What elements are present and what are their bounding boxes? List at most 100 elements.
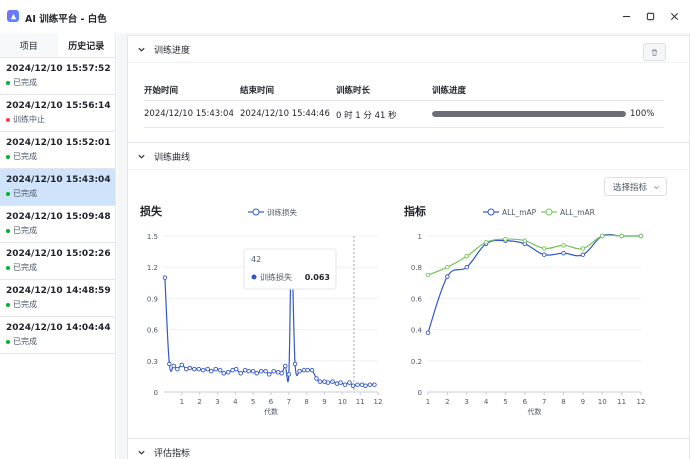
history-item[interactable]: 2024/12/10 15:57:52 已完成 (0, 58, 115, 95)
maximize-icon (646, 12, 654, 20)
x-tick-label: 9 (322, 398, 326, 406)
tab-history[interactable]: 历史记录 (57, 33, 115, 57)
history-status: 已完成 (6, 225, 115, 236)
progress-card-title: 训练进度 (154, 45, 191, 56)
status-text: 已完成 (13, 78, 37, 87)
tooltip-title: 42 (251, 255, 261, 264)
data-point (425, 330, 431, 335)
data-point (350, 383, 356, 389)
app-logo-icon (7, 10, 19, 22)
status-dot (6, 154, 10, 159)
data-point (355, 382, 360, 387)
history-time: 2024/12/10 14:04:44 (6, 323, 111, 333)
data-point (445, 264, 450, 270)
data-point (541, 246, 547, 251)
data-point (196, 366, 202, 372)
close-icon (670, 12, 678, 20)
eval-card-header[interactable]: 评估指标 (128, 439, 689, 459)
history-item[interactable]: 2024/12/10 14:48:59 已完成 (0, 280, 115, 317)
header-end-time: 结束时间 (240, 86, 275, 96)
history-item[interactable]: 2024/12/10 15:43:04 已完成 (0, 169, 115, 206)
x-tick-label: 12 (637, 398, 646, 406)
chart-title: 指标 (404, 204, 426, 218)
status-dot (6, 265, 10, 270)
data-point (338, 380, 343, 385)
status-text: 已完成 (13, 263, 37, 272)
data-point (522, 238, 528, 243)
legend-marker (252, 208, 260, 216)
x-tick-label: 10 (338, 398, 347, 406)
data-point (221, 371, 226, 376)
status-text: 已完成 (13, 152, 37, 161)
progress-card-header[interactable]: 训练进度 (128, 36, 689, 63)
legend-label: ALL_mAP (502, 208, 537, 217)
data-point (179, 362, 185, 368)
data-point (561, 250, 566, 256)
data-point (330, 379, 335, 384)
y-tick-label: 0 (418, 389, 422, 397)
tooltip-series-name: 训练损失 (260, 272, 292, 282)
close-button[interactable] (666, 8, 682, 24)
data-point (464, 264, 469, 270)
data-point (225, 369, 231, 375)
status-dot (6, 191, 10, 196)
metric-select[interactable]: 选择指标 (604, 177, 667, 196)
data-point (425, 272, 431, 278)
status-text: 已完成 (13, 337, 37, 346)
y-tick-label: 1.5 (147, 233, 158, 241)
legend-label: 训练损失 (267, 207, 297, 217)
status-text: 已完成 (13, 189, 37, 198)
series-line (427, 233, 641, 333)
cell-duration: 0 时 1 分 41 秒 (336, 111, 397, 121)
curve-card-header[interactable]: 训练曲线 (128, 143, 689, 170)
data-point (230, 367, 235, 373)
history-item[interactable]: 2024/12/10 15:56:14 训练中止 (0, 95, 115, 132)
tab-projects[interactable]: 项目 (0, 33, 58, 57)
data-point (347, 380, 352, 385)
legend-label: ALL_mAR (560, 208, 595, 217)
x-tick-label: 1 (426, 398, 430, 406)
progress-bar-fill (432, 111, 626, 117)
history-item[interactable]: 2024/12/10 15:02:26 已完成 (0, 243, 115, 280)
status-dot (6, 228, 10, 233)
history-item[interactable]: 2024/12/10 15:52:01 已完成 (0, 132, 115, 169)
x-tick-label: 2 (197, 398, 201, 406)
main-panel: 训练进度 开始时间 结束时间 训练时长 训练进度 2024/12/10 15:4… (117, 33, 690, 459)
data-point (297, 368, 302, 374)
table-divider-bottom (144, 127, 664, 128)
y-tick-label: 0.9 (147, 295, 158, 303)
history-item[interactable]: 2024/12/10 15:09:48 已完成 (0, 206, 115, 243)
data-point (286, 372, 292, 377)
data-point (580, 252, 586, 257)
y-tick-label: 0.6 (147, 327, 159, 335)
data-point (541, 252, 547, 257)
history-status: 已完成 (6, 336, 115, 347)
data-point (309, 367, 315, 373)
data-point (217, 367, 223, 373)
x-tick-label: 5 (251, 398, 255, 406)
data-point (325, 380, 331, 385)
data-point (322, 379, 327, 384)
x-tick-label: 9 (581, 398, 585, 406)
sidebar-tabs: 项目 历史记录 (0, 33, 115, 58)
data-point (263, 368, 268, 374)
y-tick-label: 0.4 (411, 327, 423, 335)
maximize-button[interactable] (642, 8, 658, 24)
data-point (171, 363, 177, 369)
data-point (359, 382, 365, 387)
history-item[interactable]: 2024/12/10 14:04:44 已完成 (0, 317, 115, 354)
data-point (162, 275, 168, 280)
x-tick-label: 7 (542, 398, 546, 406)
y-tick-label: 0.2 (411, 358, 422, 366)
data-point (317, 379, 323, 384)
minimize-button[interactable] (618, 8, 634, 24)
x-tick-label: 8 (561, 398, 565, 406)
sidebar: 项目 历史记录 2024/12/10 15:57:52 已完成 2024/12/10… (0, 33, 116, 459)
header-progress: 训练进度 (432, 86, 467, 96)
data-point (638, 233, 644, 239)
data-point (258, 368, 264, 374)
x-tick-label: 6 (269, 398, 274, 406)
progress-card: 训练进度 开始时间 结束时间 训练时长 训练进度 2024/12/10 15:4… (127, 35, 690, 146)
delete-button[interactable] (643, 43, 666, 61)
chevron-down-icon (138, 450, 145, 455)
